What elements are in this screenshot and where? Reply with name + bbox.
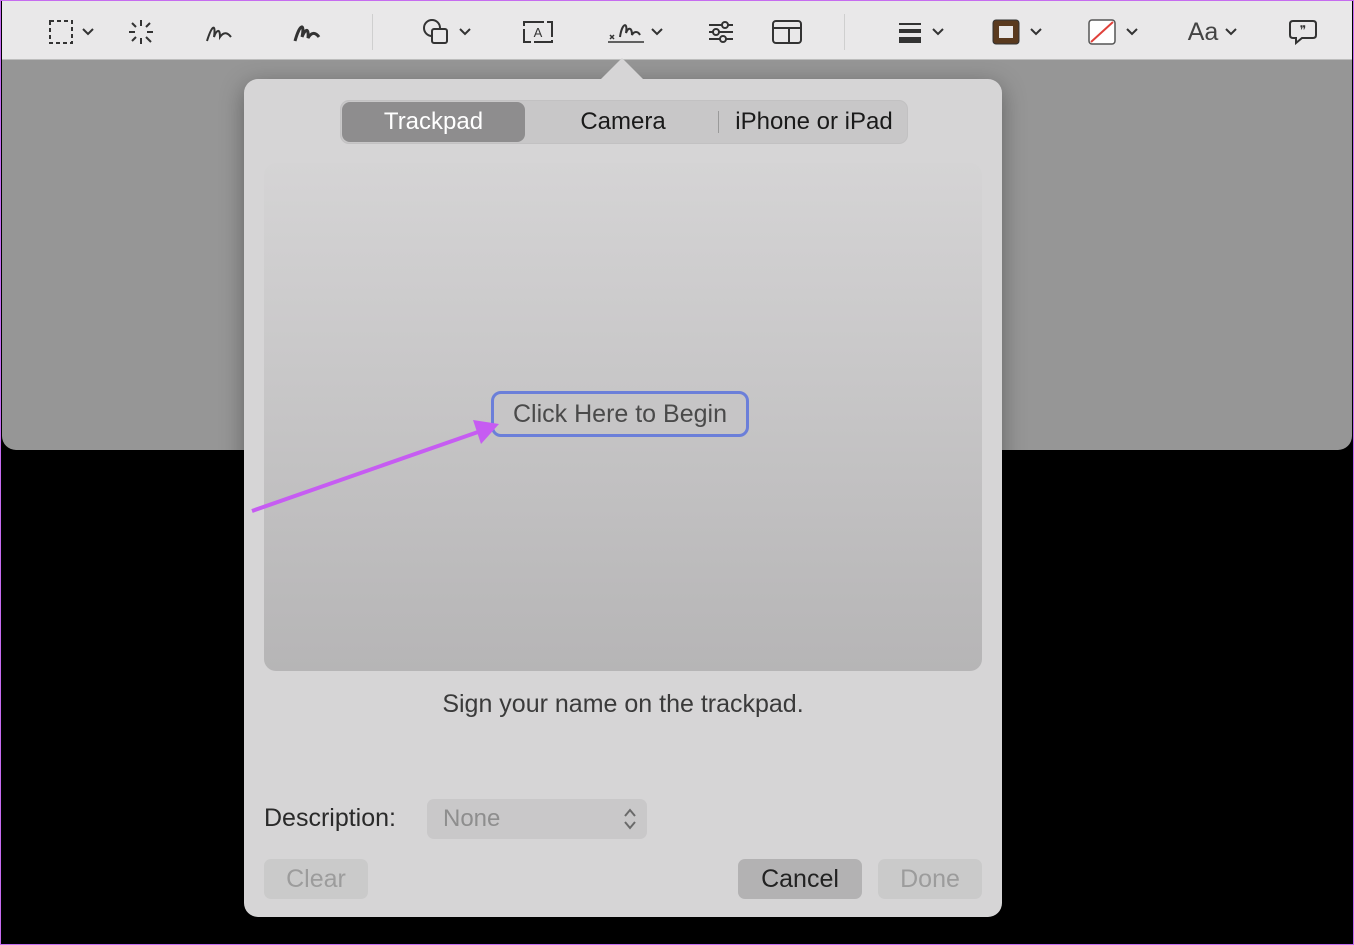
done-button[interactable]: Done xyxy=(878,859,982,899)
chevron-down-icon xyxy=(1029,27,1043,37)
markup-toolbar: A Aa ❞ xyxy=(2,0,1352,60)
click-here-to-begin-button[interactable]: Click Here to Begin xyxy=(491,391,749,437)
toolbar-separator xyxy=(844,14,845,50)
tab-trackpad[interactable]: Trackpad xyxy=(342,102,525,142)
chevron-down-icon xyxy=(1224,27,1238,37)
cancel-button[interactable]: Cancel xyxy=(738,859,862,899)
tab-iphone-or-ipad[interactable]: iPhone or iPad xyxy=(721,101,907,143)
chevron-down-icon xyxy=(458,27,472,37)
sketch-button[interactable] xyxy=(202,16,236,48)
border-color-icon xyxy=(991,18,1021,46)
toolbar-separator xyxy=(372,14,373,50)
page-layout-icon xyxy=(771,19,803,45)
svg-text:❞: ❞ xyxy=(1300,23,1306,37)
draw-button[interactable] xyxy=(290,16,324,48)
svg-text:A: A xyxy=(534,25,543,40)
fill-color-button[interactable] xyxy=(1082,16,1144,48)
line-style-icon xyxy=(897,20,923,44)
instant-alpha-button[interactable] xyxy=(124,16,158,48)
text-style-button[interactable]: Aa xyxy=(1182,16,1244,48)
text-box-button[interactable]: A xyxy=(520,16,556,48)
chevron-down-icon xyxy=(81,27,95,37)
signature-source-tabs: Trackpad Camera iPhone or iPad xyxy=(340,100,908,144)
fill-color-icon xyxy=(1087,18,1117,46)
adjust-color-button[interactable] xyxy=(706,16,736,48)
speech-bubble-icon: ❞ xyxy=(1288,18,1318,46)
text-style-icon: Aa xyxy=(1187,17,1219,46)
draw-icon xyxy=(292,17,322,47)
annotate-button[interactable]: ❞ xyxy=(1286,16,1320,48)
chevron-down-icon xyxy=(650,27,664,37)
instant-alpha-icon xyxy=(126,17,156,47)
signature-hint: Sign your name on the trackpad. xyxy=(442,690,804,718)
chevron-down-icon xyxy=(1125,27,1139,37)
chevron-down-icon xyxy=(931,27,945,37)
signature-icon xyxy=(606,17,646,47)
sketch-icon xyxy=(204,17,234,47)
page-layout-button[interactable] xyxy=(770,16,804,48)
up-down-chevron-icon xyxy=(623,805,637,845)
shapes-icon xyxy=(420,17,452,47)
description-value: None xyxy=(443,805,501,832)
border-color-button[interactable] xyxy=(986,16,1048,48)
popover-pointer xyxy=(600,58,644,80)
selection-tool-button[interactable] xyxy=(42,16,100,48)
adjust-color-icon xyxy=(707,19,735,45)
description-label: Description: xyxy=(264,804,396,832)
selection-icon xyxy=(47,18,75,46)
tab-camera[interactable]: Camera xyxy=(531,101,715,143)
description-select[interactable]: None xyxy=(427,799,647,839)
shapes-button[interactable] xyxy=(416,16,476,48)
line-style-button[interactable] xyxy=(892,16,950,48)
tab-divider xyxy=(718,111,719,133)
signature-button[interactable] xyxy=(604,16,666,48)
clear-button[interactable]: Clear xyxy=(264,859,368,899)
text-box-icon: A xyxy=(522,19,554,45)
